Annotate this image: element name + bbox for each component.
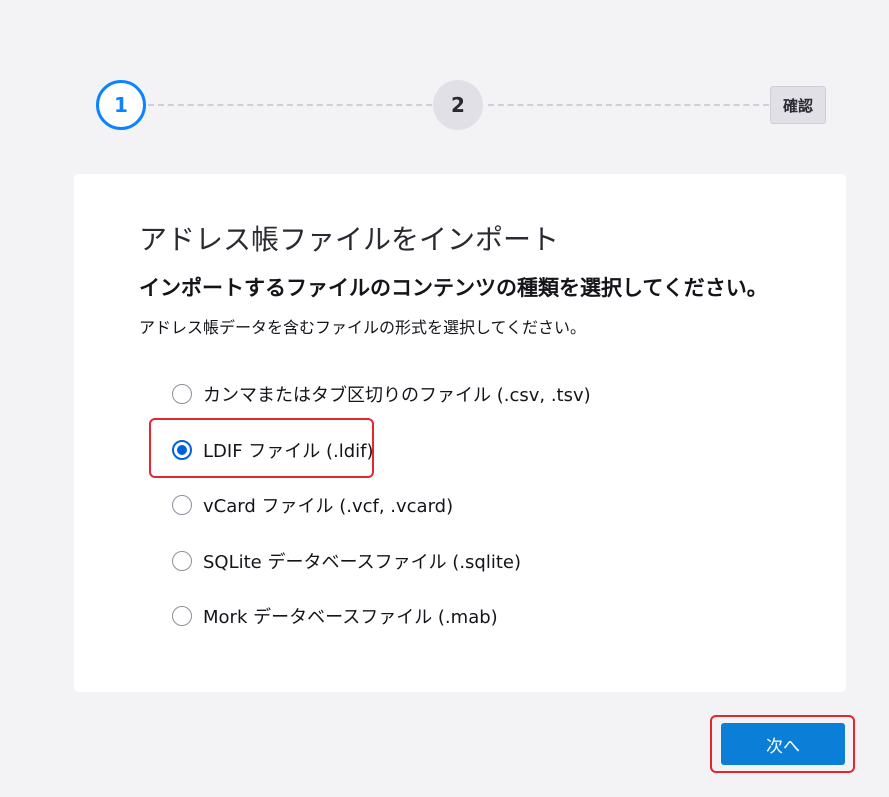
page-title: アドレス帳ファイルをインポート [139, 223, 560, 256]
option-label: vCard ファイル (.vcf, .vcard) [203, 496, 454, 517]
option-label: LDIF ファイル (.ldif) [203, 441, 374, 462]
radio-mork[interactable] [172, 606, 192, 626]
radio-vcard[interactable] [172, 495, 192, 515]
option-label: SQLite データベースファイル (.sqlite) [203, 552, 522, 573]
option-sqlite[interactable]: SQLite データベースファイル (.sqlite) [172, 546, 521, 576]
option-ldif[interactable]: LDIF ファイル (.ldif) [172, 435, 374, 465]
step-confirm-indicator: 確認 [770, 86, 826, 124]
step-connector-1 [148, 104, 432, 106]
import-card: アドレス帳ファイルをインポート インポートするファイルのコンテンツの種類を選択し… [74, 174, 846, 692]
radio-csv-tsv[interactable] [172, 384, 192, 404]
radio-sqlite[interactable] [172, 551, 192, 571]
option-csv-tsv[interactable]: カンマまたはタブ区切りのファイル (.csv, .tsv) [172, 379, 591, 409]
option-vcard[interactable]: vCard ファイル (.vcf, .vcard) [172, 490, 453, 520]
step-2-indicator: 2 [433, 80, 483, 130]
option-label: カンマまたはタブ区切りのファイル (.csv, .tsv) [203, 385, 591, 406]
section-heading: インポートするファイルのコンテンツの種類を選択してください。 [139, 276, 768, 300]
section-description: アドレス帳データを含むファイルの形式を選択してください。 [139, 318, 587, 337]
next-button[interactable]: 次へ [721, 723, 845, 765]
option-label: Mork データベースファイル (.mab) [203, 607, 498, 628]
step-1-indicator: 1 [96, 80, 146, 130]
radio-ldif[interactable] [172, 440, 192, 460]
import-stepper: 1 2 確認 [0, 0, 889, 160]
step-connector-2 [488, 104, 769, 106]
option-mork[interactable]: Mork データベースファイル (.mab) [172, 601, 498, 631]
